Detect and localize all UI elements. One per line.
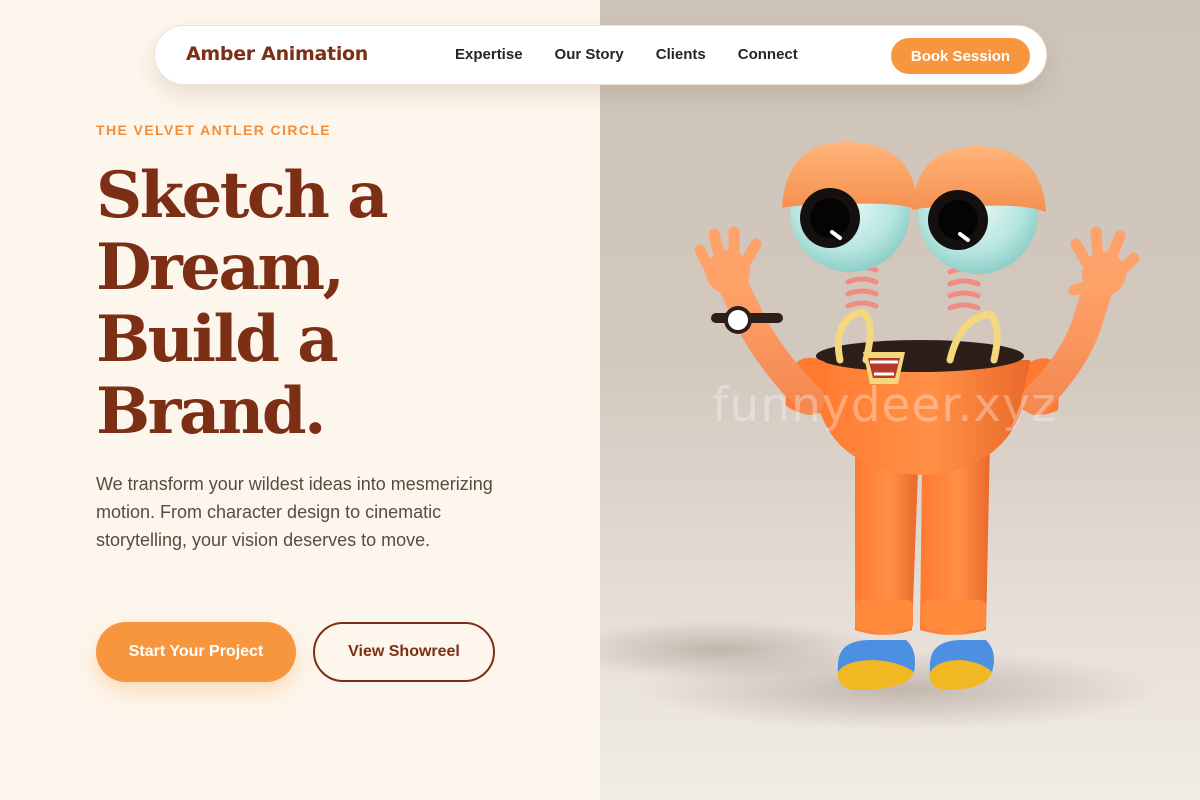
headline-line-4: Brand. xyxy=(96,374,326,449)
nav-link-clients[interactable]: Clients xyxy=(656,46,706,63)
headline-line-1: Sketch a xyxy=(96,158,389,233)
hero-headline: Sketch a Dream, Build a Brand. xyxy=(96,160,536,448)
top-navbar: Amber Animation Expertise Our Story Clie… xyxy=(154,25,1047,85)
headline-line-2: Dream, xyxy=(96,230,345,305)
nav-link-our-story[interactable]: Our Story xyxy=(555,46,624,63)
view-showreel-button[interactable]: View Showreel xyxy=(313,622,495,682)
hero-image: funnydeer.xyz xyxy=(600,0,1200,800)
headline-line-3: Build a xyxy=(96,302,339,377)
nav-link-expertise[interactable]: Expertise xyxy=(455,46,523,63)
nav-links: Expertise Our Story Clients Connect xyxy=(455,46,798,63)
brand-logo[interactable]: Amber Animation xyxy=(186,43,368,65)
eyebrow-label: THE VELVET ANTLER CIRCLE xyxy=(96,122,332,138)
hero-description: We transform your wildest ideas into mes… xyxy=(96,474,493,550)
start-project-button[interactable]: Start Your Project xyxy=(96,622,296,682)
watermark-text: funnydeer.xyz xyxy=(712,378,1057,433)
book-session-button[interactable]: Book Session xyxy=(891,38,1030,74)
nav-link-connect[interactable]: Connect xyxy=(738,46,798,63)
